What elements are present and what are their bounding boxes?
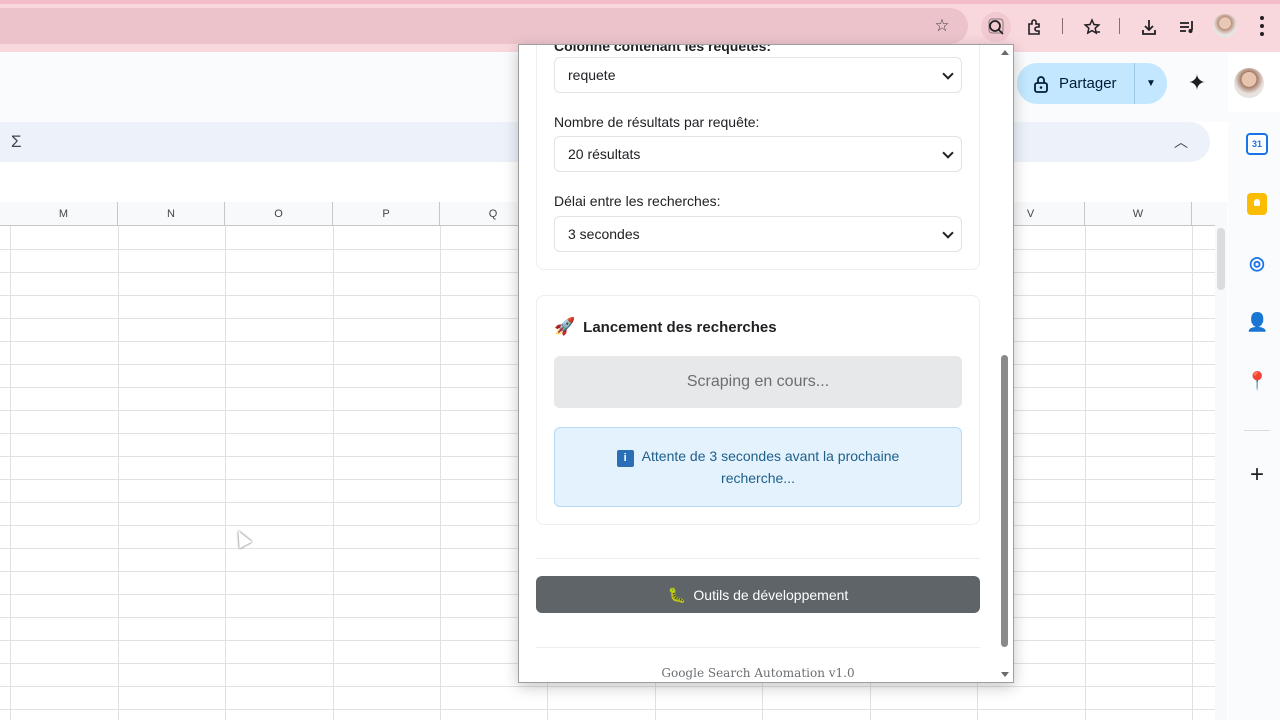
avatar[interactable]	[1234, 68, 1264, 98]
query-column-select[interactable]: requete	[554, 57, 962, 93]
browser-profile-avatar[interactable]	[1213, 14, 1237, 38]
chevron-down-icon	[942, 147, 954, 159]
query-column-label: Colonne contenant les requêtes:	[554, 44, 772, 54]
select-value: 20 résultats	[568, 146, 641, 162]
share-main[interactable]: Partager	[1017, 63, 1135, 104]
browser-menu-icon[interactable]	[1255, 14, 1269, 38]
column-header[interactable]: N	[118, 202, 225, 226]
grid-row-line	[0, 709, 1215, 710]
media-icon[interactable]	[1172, 12, 1202, 42]
grid-column-line	[225, 226, 226, 720]
dev-tools-label: Outils de développement	[693, 586, 849, 603]
column-header[interactable]: W	[1085, 202, 1192, 226]
chevron-down-icon	[942, 227, 954, 239]
bookmark-star-icon[interactable]: ☆	[930, 16, 954, 36]
lock-icon	[1034, 75, 1048, 93]
divider	[536, 647, 980, 648]
calendar-icon[interactable]: 31	[1246, 133, 1268, 155]
dev-tools-button[interactable]: 🐛 Outils de développement	[536, 576, 980, 613]
bookmarks-icon[interactable]	[1077, 12, 1107, 42]
keep-icon[interactable]	[1247, 193, 1267, 215]
grid-column-line	[440, 226, 441, 720]
status-info-box: i Attente de 3 secondes avant la prochain…	[554, 427, 962, 507]
grid-column-line	[10, 226, 11, 720]
rocket-icon: 🚀	[554, 317, 576, 336]
divider	[536, 558, 980, 559]
chevron-up-icon[interactable]: ︿	[1171, 132, 1191, 152]
lens-icon[interactable]	[981, 12, 1011, 42]
address-bar[interactable]	[0, 8, 968, 44]
column-header[interactable]: M	[10, 202, 118, 226]
maps-icon[interactable]: 📍	[1246, 370, 1268, 392]
scraping-button[interactable]: Scraping en cours...	[554, 356, 962, 408]
info-icon: i	[616, 450, 634, 467]
results-label: Nombre de résultats par requête:	[554, 114, 760, 130]
grid-column-line	[1192, 226, 1193, 720]
column-header[interactable]: P	[333, 202, 440, 226]
scroll-down-icon[interactable]	[1001, 672, 1009, 677]
popup-footer: Google Search Automation v1.0	[661, 666, 855, 680]
extension-popup: Colonne contenant les requêtes: requete …	[518, 44, 1014, 683]
launch-title-text: Lancement des recherches	[583, 318, 777, 336]
share-button[interactable]: Partager ▼	[1017, 63, 1167, 104]
status-message: Attente de 3 secondes avant la prochaine…	[641, 448, 900, 486]
toolbar-accent	[0, 0, 1280, 4]
scroll-up-icon[interactable]	[1001, 50, 1009, 55]
toolbar-separator	[1119, 18, 1120, 34]
delay-label: Délai entre les recherches:	[554, 193, 721, 209]
extensions-icon[interactable]	[1020, 12, 1050, 42]
select-value: 3 secondes	[568, 226, 640, 242]
popup-content: Colonne contenant les requêtes: requete …	[519, 44, 999, 682]
share-dropdown-icon[interactable]: ▼	[1135, 78, 1167, 89]
popup-scrollbar-thumb[interactable]	[1001, 355, 1008, 647]
select-value: requete	[568, 67, 616, 83]
grid-column-line	[1085, 226, 1086, 720]
add-icon[interactable]: +	[1246, 463, 1268, 487]
grid-row-line	[0, 686, 1215, 687]
chevron-down-icon	[942, 68, 954, 80]
share-label: Partager	[1059, 75, 1117, 92]
delay-select[interactable]: 3 secondes	[554, 216, 962, 252]
contacts-icon[interactable]: 👤	[1246, 311, 1268, 333]
results-select[interactable]: 20 résultats	[554, 136, 962, 172]
tasks-icon[interactable]: ◎	[1246, 252, 1268, 274]
sheet-scrollbar-thumb[interactable]	[1217, 228, 1225, 290]
side-divider	[1244, 430, 1270, 431]
toolbar-separator	[1062, 18, 1063, 34]
grid-column-line	[333, 226, 334, 720]
grid-column-line	[118, 226, 119, 720]
functions-icon[interactable]: Σ	[11, 132, 22, 152]
download-icon[interactable]	[1134, 12, 1164, 42]
launch-title: 🚀 Lancement des recherches	[554, 317, 777, 337]
bug-icon: 🐛	[667, 586, 687, 604]
column-header[interactable]: O	[225, 202, 333, 226]
gemini-icon[interactable]: ✦	[1185, 71, 1209, 95]
